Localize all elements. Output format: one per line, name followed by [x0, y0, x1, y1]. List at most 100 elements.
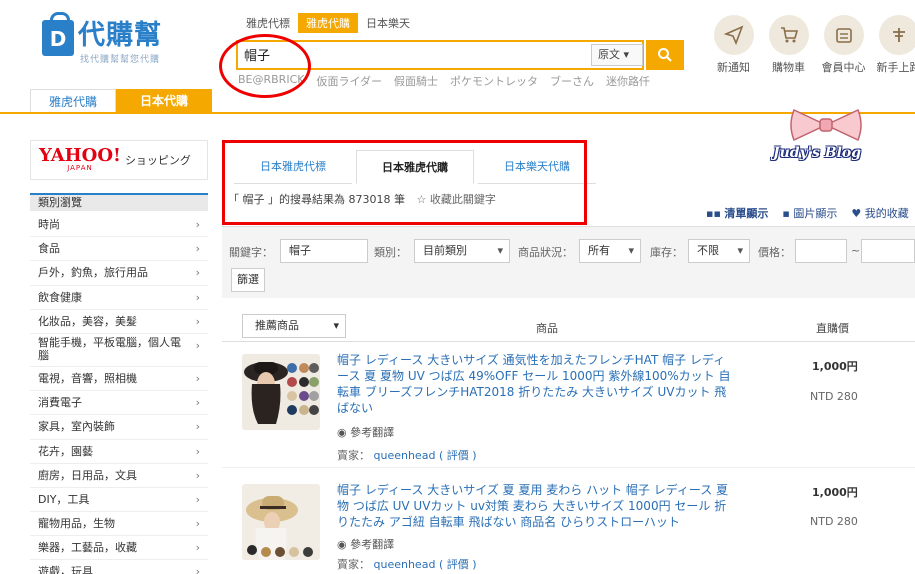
category-item[interactable]: 寵物用品，生物 ›	[30, 512, 208, 537]
category-item[interactable]: 化妝品，美容，美髮 ›	[30, 310, 208, 334]
column-price[interactable]: 直購價	[816, 320, 849, 336]
translate-label: 參考翻譯	[350, 538, 395, 551]
translate-link[interactable]: ◉ 參考翻譯	[337, 536, 394, 552]
product-title-link[interactable]: 帽子 レディース 大きいサイズ 夏 夏用 麦わら ハット 帽子 レディース 夏物…	[337, 482, 737, 530]
blog-watermark: Judy's Blog	[773, 145, 862, 161]
notifications-button[interactable]: 新通知	[706, 15, 761, 77]
list-view-button[interactable]: ▪▪ 清單顯示	[706, 205, 768, 221]
image-view-label: 圖片顯示	[793, 207, 838, 220]
chevron-right-icon: ›	[195, 218, 200, 231]
hot-keyword[interactable]: 假面騎士	[394, 73, 438, 89]
beginner-icon	[878, 15, 915, 55]
hot-keyword[interactable]: 迷你路仟	[606, 73, 650, 89]
chevron-right-icon: ›	[195, 565, 200, 574]
category-label: 戶外，釣魚，旅行用品	[38, 266, 148, 280]
category-item[interactable]: 廚房，日用品，文具 ›	[30, 464, 208, 488]
site-tab-japan[interactable]: 日本代購	[116, 89, 212, 113]
price-min-input[interactable]	[795, 239, 847, 263]
yahoo-shopping-logo[interactable]: YAHOO! JAPAN ショッピング	[30, 140, 208, 180]
seller-name-link[interactable]: queenhead	[374, 558, 436, 571]
category-item[interactable]: DIY，工具 ›	[30, 488, 208, 513]
condition-select[interactable]: 所有	[579, 239, 641, 263]
category-item[interactable]: 家具，室內裝飾 ›	[30, 415, 208, 440]
category-label: 遊戲，玩具	[38, 565, 93, 574]
member-card-icon	[823, 15, 864, 55]
search-icon	[658, 48, 672, 62]
product-thumbnail[interactable]	[242, 484, 320, 560]
category-item[interactable]: 時尚 ›	[30, 213, 208, 238]
category-item[interactable]: 樂器，工藝品，收藏 ›	[30, 536, 208, 561]
category-item[interactable]: 智能手機，平板電腦，個人電腦 ›	[30, 334, 208, 367]
site-tab-yahoo[interactable]: 雅虎代購	[30, 89, 116, 113]
page: D 代購幫 找代購幫幫您代購 雅虎代購 日本代購 雅虎代標 雅虎代購 日本樂天 …	[0, 0, 915, 574]
seller-label: 賣家：	[337, 449, 370, 462]
category-item[interactable]: 飲食健康 ›	[30, 286, 208, 310]
site-logo[interactable]: D 代購幫 找代購幫幫您代購	[42, 12, 162, 65]
cart-button[interactable]: 購物車	[761, 15, 816, 77]
seller-rating-link[interactable]: ( 評價 )	[439, 449, 477, 462]
annotation-rectangle	[222, 140, 587, 225]
keyword-label: 關鍵字：	[229, 246, 273, 259]
stock-select[interactable]: 不限	[688, 239, 750, 263]
sort-select[interactable]: 推薦商品	[242, 314, 346, 338]
seller-rating-link[interactable]: ( 評價 )	[439, 558, 477, 571]
category-label: 廚房，日用品，文具	[38, 468, 137, 482]
hot-keyword[interactable]: 仮面ライダー	[316, 73, 382, 89]
view-tools: ▪▪ 清單顯示 ▪ 圖片顯示 ♥ 我的收藏	[706, 205, 909, 221]
cart-icon	[768, 15, 809, 55]
member-center-button[interactable]: 會員中心	[816, 15, 871, 77]
heart-icon: ♥	[851, 207, 862, 220]
notifications-label: 新通知	[717, 61, 750, 74]
chevron-right-icon: ›	[195, 242, 200, 256]
category-item[interactable]: 電視，音響，照相機 ›	[30, 367, 208, 392]
cart-label: 購物車	[772, 61, 805, 74]
price-label: 價格：	[758, 246, 791, 259]
product-thumbnail[interactable]	[242, 354, 320, 430]
price-max-input[interactable]	[861, 239, 915, 263]
category-label: 消費電子	[38, 396, 82, 410]
search-tab-yahoo-shopping[interactable]: 雅虎代購	[298, 13, 358, 33]
category-item[interactable]: 花卉，園藝 ›	[30, 440, 208, 464]
category-item[interactable]: 戶外，釣魚，旅行用品 ›	[30, 261, 208, 286]
price-ntd: NTD 280	[810, 515, 858, 528]
category-item[interactable]: 食品 ›	[30, 237, 208, 262]
chevron-right-icon: ›	[195, 396, 200, 410]
category-label: 家具，室內裝飾	[38, 420, 115, 434]
shopping-bag-icon: D	[42, 12, 74, 56]
category-select[interactable]: 目前類別	[414, 239, 510, 263]
stock-label: 庫存：	[650, 246, 683, 259]
language-select[interactable]: 原文 ▾	[591, 44, 643, 66]
filter-button[interactable]: 篩選	[231, 268, 265, 292]
category-item[interactable]: 消費電子 ›	[30, 391, 208, 416]
image-view-button[interactable]: ▪ 圖片顯示	[782, 205, 837, 221]
column-product: 商品	[536, 322, 558, 335]
search-tab-rakuten[interactable]: 日本樂天	[358, 13, 418, 33]
chevron-right-icon: ›	[195, 338, 200, 352]
category-label: 時尚	[38, 218, 60, 231]
annotation-circle	[219, 34, 311, 98]
seller-name-link[interactable]: queenhead	[374, 449, 436, 462]
yahoo-shopping-label: ショッピング	[124, 154, 191, 167]
hot-keyword[interactable]: ポケモントレッタ	[450, 73, 538, 89]
hot-keyword[interactable]: ブーさん	[550, 73, 594, 89]
category-filter-label: 類別：	[374, 246, 407, 259]
search-button[interactable]	[646, 40, 684, 70]
chevron-right-icon: ›	[195, 314, 200, 328]
keyword-input[interactable]: 帽子	[280, 239, 368, 263]
category-label: 樂器，工藝品，收藏	[38, 541, 137, 555]
product-title-link[interactable]: 帽子 レディース 大きいサイズ 通気性を加えたフレンチHAT 帽子 レディース …	[337, 352, 737, 416]
search-tab-yahoo-auction[interactable]: 雅虎代標	[238, 13, 298, 33]
category-item[interactable]: 遊戲，玩具 ›	[30, 560, 208, 574]
price-ntd: NTD 280	[810, 390, 858, 403]
chevron-right-icon: ›	[195, 541, 200, 555]
my-favorites-link[interactable]: ♥ 我的收藏	[851, 205, 908, 221]
bow-icon	[790, 108, 862, 142]
translate-link[interactable]: ◉ 參考翻譯	[337, 424, 394, 440]
top-icon-bar: 新通知 購物車 會員中心 新手上路	[706, 15, 915, 77]
beginner-guide-button[interactable]: 新手上路	[871, 15, 915, 77]
chevron-right-icon: ›	[195, 266, 200, 280]
chevron-right-icon: ›	[195, 517, 200, 531]
category-label: 寵物用品，生物	[38, 517, 115, 531]
search-tabs: 雅虎代標 雅虎代購 日本樂天	[238, 13, 418, 33]
list-view-label: 清單顯示	[724, 207, 769, 220]
